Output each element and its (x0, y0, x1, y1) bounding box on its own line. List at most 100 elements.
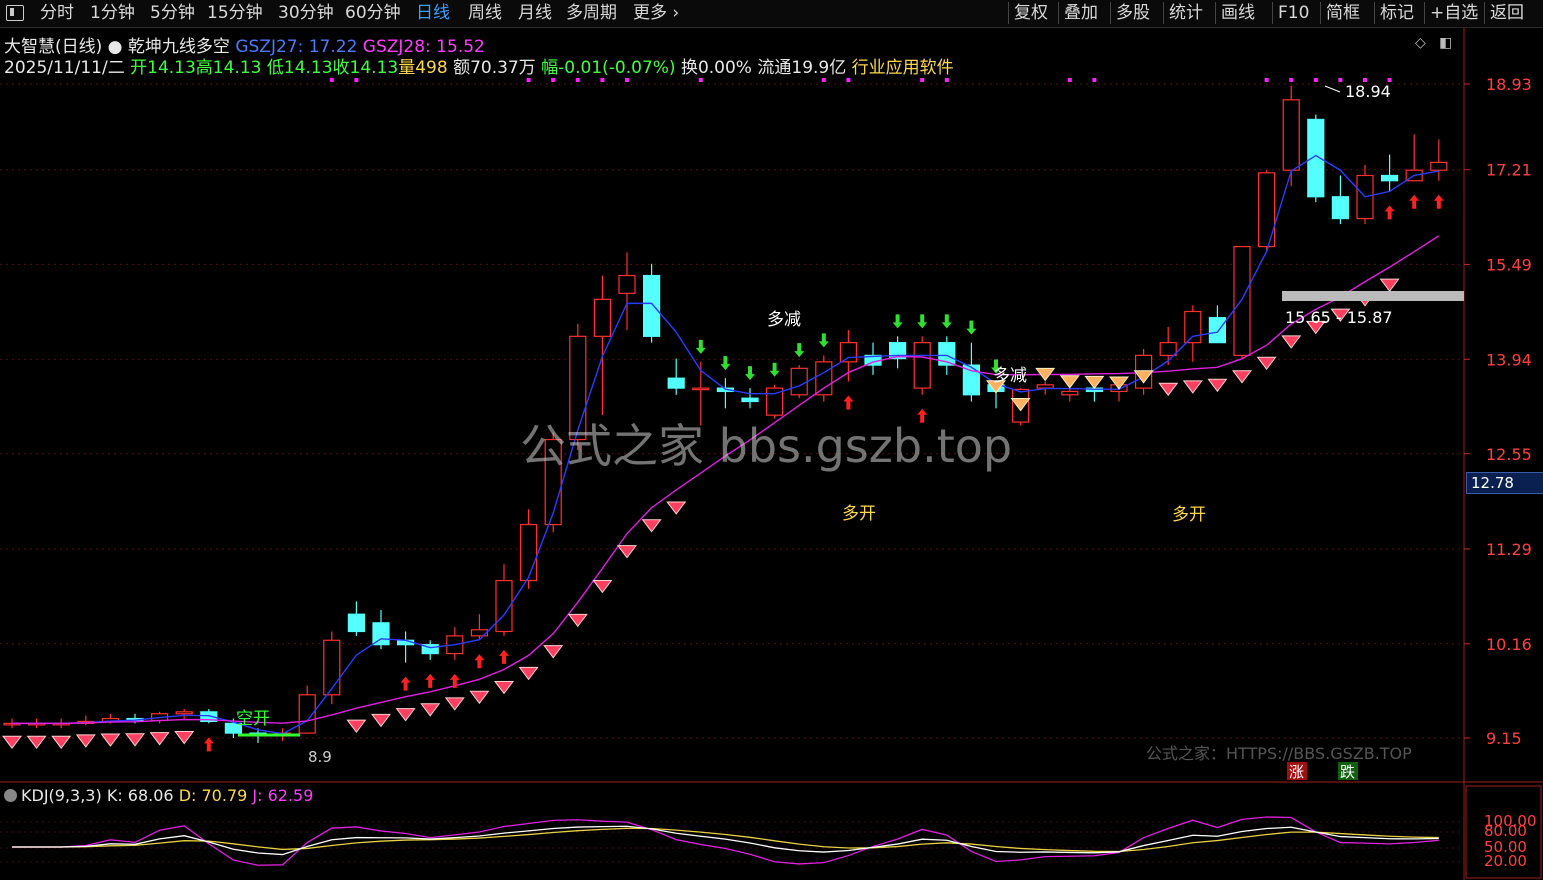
red-gem-marker (666, 501, 687, 515)
kdj-settings-icon[interactable] (4, 789, 17, 802)
sell-arrow-icon (818, 333, 829, 348)
red-gem-marker (1207, 378, 1228, 393)
buy-arrow-icon (400, 676, 411, 691)
fall-text: 跌 (1340, 763, 1355, 781)
candle-body (741, 397, 759, 403)
zone-label: 15.65 - 15.87 (1285, 308, 1393, 327)
buy-arrow-icon (474, 654, 485, 669)
red-gem-marker (75, 734, 96, 748)
signal-dot (944, 78, 949, 82)
signal-dot (1313, 78, 1318, 82)
red-gem-marker (2, 735, 22, 750)
red-gem-marker (125, 733, 145, 747)
red-gem-marker (1232, 370, 1252, 384)
red-gem-marker (641, 519, 662, 533)
candle-body (1380, 174, 1399, 182)
signal-dot (551, 78, 556, 82)
sell-arrow-icon (892, 314, 903, 329)
zone-band (1282, 291, 1464, 301)
red-gem-marker (26, 735, 47, 750)
signal-dot (1289, 78, 1294, 82)
red-gem-marker (51, 735, 72, 750)
candle-body (175, 711, 193, 715)
signal-dot (1092, 78, 1097, 82)
candle-body (1159, 342, 1177, 356)
signal-dot (1338, 78, 1343, 82)
red-gem-marker (469, 690, 490, 705)
candle-body (692, 387, 710, 391)
sell-arrow-icon (769, 362, 780, 377)
rise-text: 涨 (1289, 763, 1304, 781)
candle-body (323, 639, 341, 696)
sell-arrow-icon (917, 314, 928, 329)
watermark-text: 公式之家 bbs.gszb.top (520, 419, 1013, 473)
watermark-footer: 公式之家：HTTPS://BBS.GSZB.TOP (1146, 744, 1412, 763)
sell-arrow-icon (745, 366, 755, 381)
kdj-axis-label: 20.00 (1484, 852, 1527, 870)
buy-arrow-icon (843, 395, 854, 410)
candle-body (962, 364, 981, 396)
candle-body (618, 274, 636, 294)
duokai-label: 多开 (1172, 505, 1206, 525)
buy-arrow-icon (449, 673, 460, 688)
red-gem-marker (395, 708, 416, 722)
red-gem-marker (1158, 382, 1179, 397)
red-gem-marker (149, 732, 170, 746)
duokai-label: 多开 (842, 504, 876, 524)
signal-dot (354, 78, 359, 82)
candle-body (519, 523, 538, 582)
price-axis-label: 18.93 (1486, 75, 1532, 94)
red-gem-marker (100, 733, 121, 747)
red-gem-marker (1256, 356, 1277, 371)
current-price-tag: 12.78 (1466, 472, 1543, 494)
red-gem-marker (592, 579, 613, 594)
price-axis-label: 11.29 (1486, 540, 1532, 559)
signal-dot (1264, 78, 1269, 82)
candle-body (1430, 161, 1448, 171)
high-label: 18.94 (1345, 82, 1391, 101)
price-axis-label: 15.49 (1486, 255, 1532, 274)
candle-body (1208, 317, 1227, 344)
kdj-k: K: 68.06 (106, 786, 174, 805)
candle-body (347, 613, 365, 633)
buy-arrow-icon (1409, 194, 1420, 209)
candle-body (593, 298, 612, 337)
red-gem-marker (1281, 335, 1302, 349)
sell-arrow-icon (941, 314, 952, 329)
price-axis-label: 10.16 (1486, 635, 1532, 654)
red-gem-marker (518, 666, 539, 681)
signal-dot (526, 78, 531, 82)
duojian-label: 多减 (993, 366, 1027, 386)
kdj-header: KDJ(9,3,3) K: 68.06 D: 70.79 J: 62.59 (4, 786, 313, 805)
kdj-name[interactable]: KDJ(9,3,3) (21, 786, 102, 805)
duojian-label: 多减 (767, 310, 801, 330)
red-gem-marker (174, 731, 195, 745)
candle-body (667, 377, 685, 389)
signal-dot (1067, 78, 1072, 82)
red-gem-marker (567, 613, 588, 628)
candle-body (815, 361, 833, 396)
signal-dot (821, 78, 826, 82)
candle-body (913, 342, 931, 389)
orange-gem-marker (1084, 375, 1105, 390)
buy-arrow-icon (425, 673, 436, 688)
ma-magenta-line (12, 235, 1440, 725)
candle-body (1184, 310, 1202, 344)
buy-arrow-icon (499, 649, 509, 664)
signal-dot (846, 78, 851, 82)
candle-body (1036, 384, 1054, 389)
signal-dot (920, 78, 925, 82)
candle-body (1282, 99, 1300, 171)
signal-dot (698, 78, 703, 82)
red-gem-marker (420, 703, 441, 717)
signal-dot (625, 78, 629, 82)
candle-body (1257, 172, 1276, 248)
candle-body (642, 274, 661, 337)
sell-arrow-icon (966, 320, 977, 335)
kongkai-label: 空开 (236, 709, 270, 729)
buy-arrow-icon (1433, 194, 1444, 209)
kdj-k-line (12, 825, 1439, 856)
red-gem-marker (1182, 380, 1203, 394)
red-gem-marker (346, 719, 367, 733)
red-gem-marker (617, 545, 637, 559)
